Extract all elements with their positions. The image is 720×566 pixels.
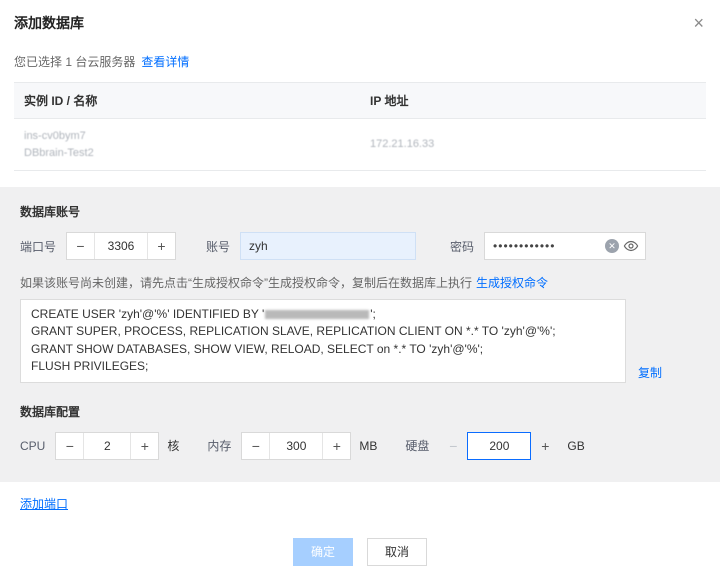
clear-icon[interactable]: ✕ <box>605 239 619 253</box>
dialog-header: 添加数据库 × <box>0 0 720 43</box>
sql-line-1: CREATE USER 'zyh'@'%' IDENTIFIED BY ''; <box>31 306 615 323</box>
cpu-plus-button[interactable]: + <box>130 433 158 459</box>
account-label: 账号 <box>206 238 230 255</box>
add-database-dialog: 添加数据库 × 您已选择 1 台云服务器查看详情 实例 ID / 名称 IP 地… <box>0 0 720 566</box>
server-selection-line: 您已选择 1 台云服务器查看详情 <box>0 43 720 80</box>
memory-label: 内存 <box>207 437 231 454</box>
password-field-wrap: ✕ <box>484 232 646 260</box>
redacted-password <box>265 310 369 319</box>
port-minus-button[interactable]: − <box>67 233 95 259</box>
cpu-minus-button[interactable]: − <box>56 433 84 459</box>
server-selected-text: 您已选择 1 台云服务器 <box>14 55 135 69</box>
port-label: 端口号 <box>20 238 56 255</box>
cpu-unit: 核 <box>167 437 179 454</box>
cpu-label: CPU <box>20 439 45 453</box>
disk-unit: GB <box>567 439 584 453</box>
memory-input[interactable] <box>270 433 322 459</box>
password-label: 密码 <box>450 238 474 255</box>
instance-table: 实例 ID / 名称 IP 地址 ins-cv0bym7 DBbrain-Tes… <box>14 82 706 171</box>
disk-label: 硬盘 <box>405 437 429 454</box>
table-header-row: 实例 ID / 名称 IP 地址 <box>14 83 706 119</box>
column-header-instance: 实例 ID / 名称 <box>14 83 360 119</box>
disk-input[interactable] <box>467 432 531 460</box>
password-input[interactable] <box>484 232 646 260</box>
database-account-panel: 数据库账号 端口号 − + 账号 密码 ✕ <box>0 187 720 482</box>
sql-line-3: GRANT SHOW DATABASES, SHOW VIEW, RELOAD,… <box>31 341 615 358</box>
confirm-button[interactable]: 确定 <box>293 538 353 566</box>
config-form-row: CPU − + 核 内存 − + MB 硬盘 − + GB <box>20 432 700 460</box>
port-stepper: − + <box>66 232 176 260</box>
sql-command-row: CREATE USER 'zyh'@'%' IDENTIFIED BY ''; … <box>20 299 700 383</box>
cpu-stepper: − + <box>55 432 159 460</box>
table-row: ins-cv0bym7 DBbrain-Test2 172.21.16.33 <box>14 119 706 171</box>
cpu-input[interactable] <box>84 433 130 459</box>
page-title: 添加数据库 <box>14 13 84 33</box>
disk-minus-button[interactable]: − <box>439 438 467 454</box>
view-details-link[interactable]: 查看详情 <box>141 55 189 69</box>
cancel-button[interactable]: 取消 <box>367 538 427 566</box>
memory-stepper: − + <box>241 432 351 460</box>
copy-link[interactable]: 复制 <box>638 364 662 383</box>
sql-line-4: FLUSH PRIVILEGES; <box>31 358 615 375</box>
eye-icon[interactable] <box>623 238 639 254</box>
account-input[interactable] <box>240 232 416 260</box>
memory-unit: MB <box>359 439 377 453</box>
port-input[interactable] <box>95 233 147 259</box>
instance-id: ins-cv0bym7 <box>24 128 350 145</box>
disk-plus-button[interactable]: + <box>531 438 559 454</box>
port-plus-button[interactable]: + <box>147 233 175 259</box>
column-header-ip: IP 地址 <box>360 83 706 119</box>
sql-line-2: GRANT SUPER, PROCESS, REPLICATION SLAVE,… <box>31 323 615 340</box>
add-port-link[interactable]: 添加端口 <box>20 495 68 512</box>
config-section-title: 数据库配置 <box>20 403 700 420</box>
instance-ip: 172.21.16.33 <box>360 119 706 171</box>
disk-stepper: − + <box>439 432 559 460</box>
account-section-title: 数据库账号 <box>20 203 700 220</box>
instance-name: DBbrain-Test2 <box>24 145 350 162</box>
generate-auth-command-link[interactable]: 生成授权命令 <box>476 276 548 290</box>
memory-minus-button[interactable]: − <box>242 433 270 459</box>
close-icon[interactable]: × <box>693 14 704 32</box>
authorization-note: 如果该账号尚未创建，请先点击“生成授权命令”生成授权命令，复制后在数据库上执行生… <box>20 274 700 291</box>
note-text: 如果该账号尚未创建，请先点击“生成授权命令”生成授权命令，复制后在数据库上执行 <box>20 276 472 290</box>
account-form-row: 端口号 − + 账号 密码 ✕ <box>20 232 700 260</box>
sql-command-box: CREATE USER 'zyh'@'%' IDENTIFIED BY ''; … <box>20 299 626 383</box>
memory-plus-button[interactable]: + <box>322 433 350 459</box>
dialog-footer: 确定 取消 <box>0 538 720 566</box>
